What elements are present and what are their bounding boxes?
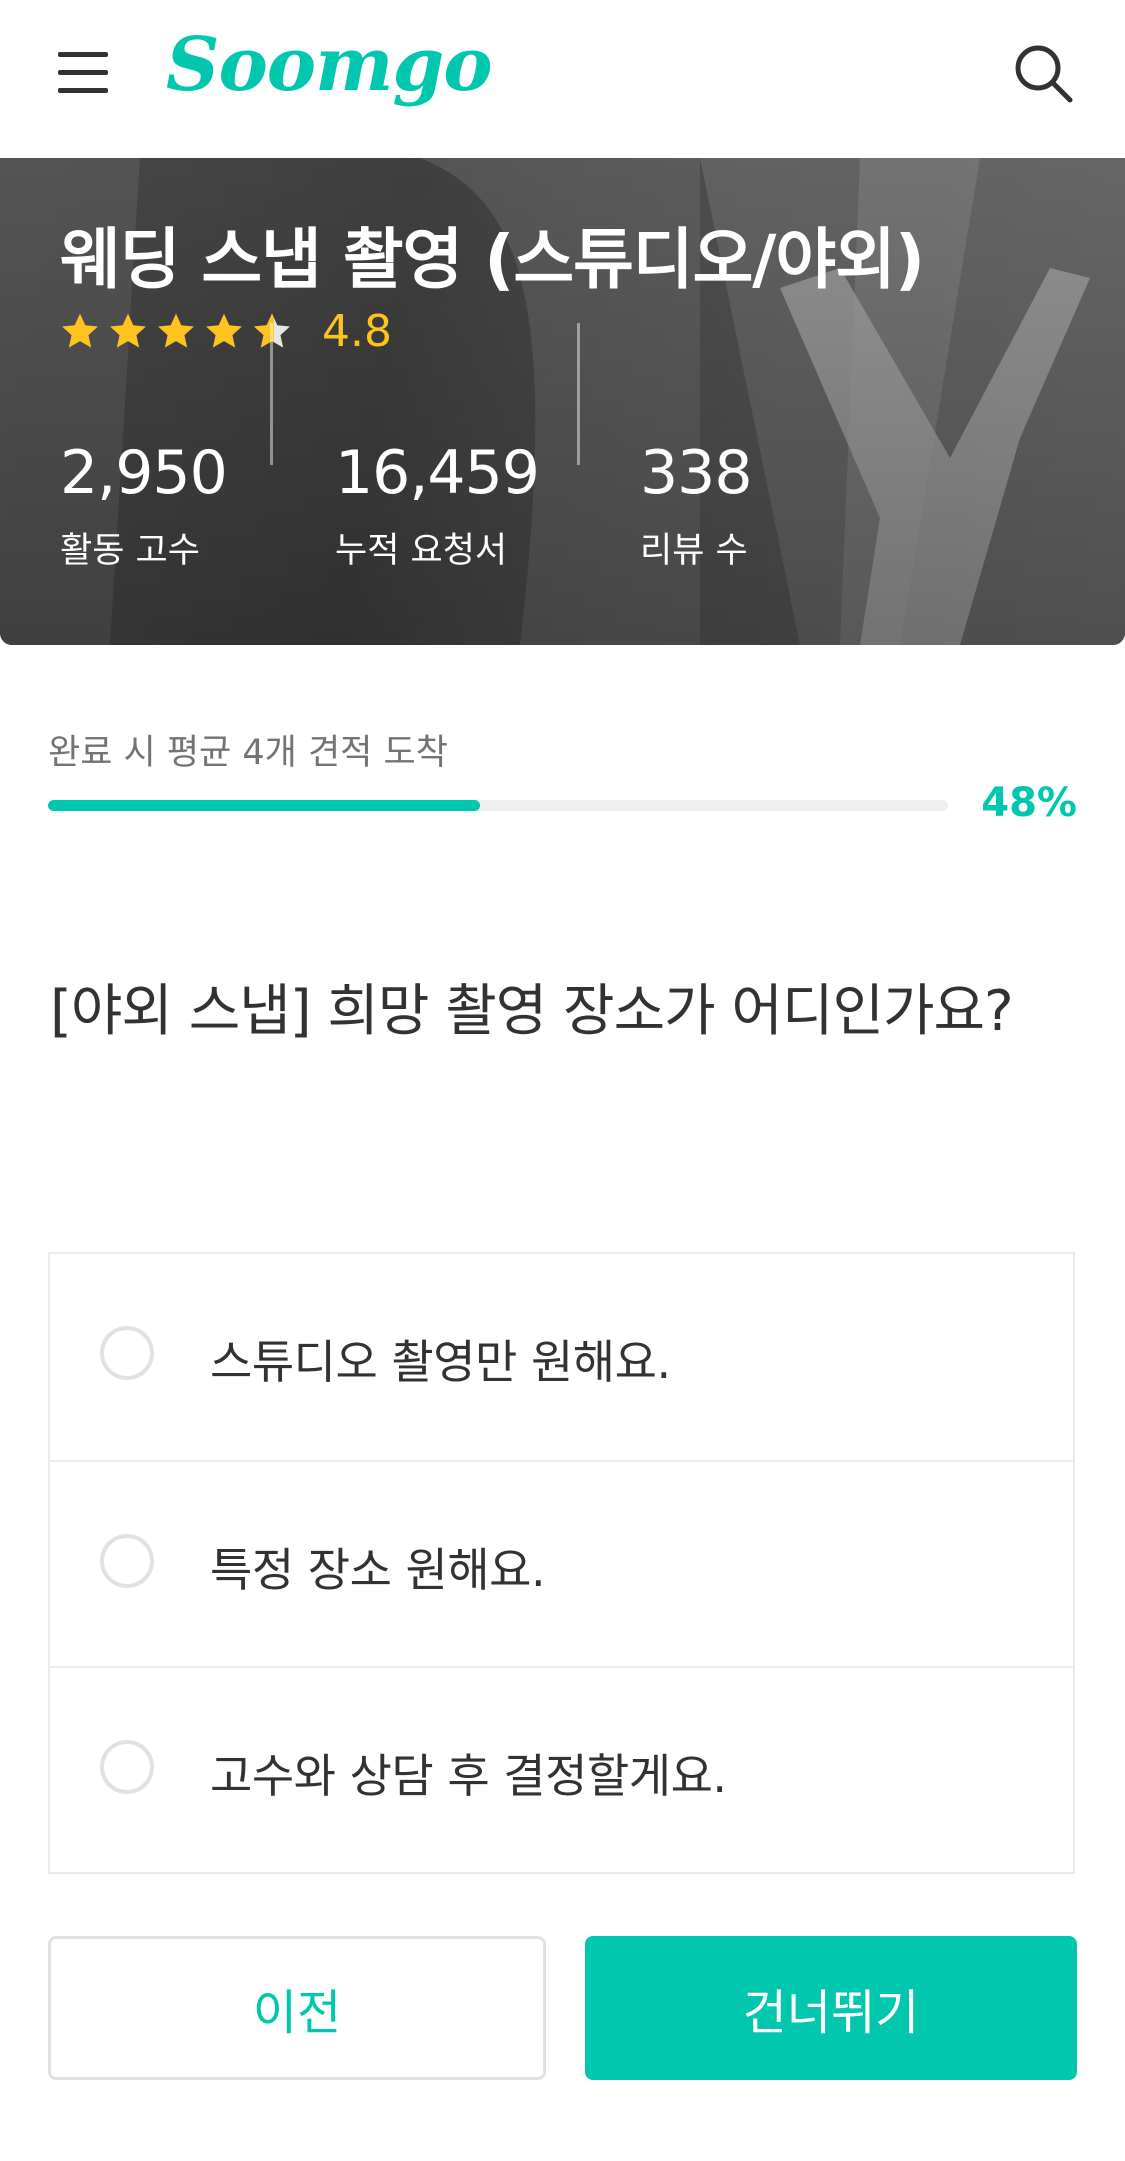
option-studio-only[interactable]: 스튜디오 촬영만 원해요. bbox=[50, 1254, 1073, 1460]
stat-divider bbox=[577, 323, 580, 465]
option-decide-after-consult[interactable]: 고수와 상담 후 결정할게요. bbox=[50, 1666, 1073, 1872]
stat-value: 2,950 bbox=[60, 438, 228, 508]
stat-label: 리뷰 수 bbox=[640, 531, 748, 571]
stat-review-count: 338 리뷰 수 bbox=[640, 438, 753, 573]
radio-button[interactable] bbox=[100, 1326, 154, 1380]
star-rating bbox=[58, 310, 294, 354]
soomgo-logo[interactable]: Soomgo bbox=[166, 22, 493, 108]
stat-value: 338 bbox=[640, 438, 753, 508]
prev-button[interactable]: 이전 bbox=[48, 1936, 546, 2080]
stat-active-pros: 2,950 활동 고수 bbox=[60, 438, 228, 573]
skip-button[interactable]: 건너뛰기 bbox=[585, 1936, 1077, 2080]
service-hero-banner: 웨딩 스냅 촬영 (스튜디오/야외) 4.8 2,950 활동 고수 16,45… bbox=[0, 158, 1125, 645]
top-header: Soomgo bbox=[0, 0, 1125, 158]
star-icon bbox=[206, 313, 242, 348]
rating-value: 4.8 bbox=[322, 306, 392, 357]
progress-caption: 완료 시 평균 4개 견적 도착 bbox=[48, 733, 448, 773]
search-icon[interactable] bbox=[1008, 38, 1080, 110]
star-icon bbox=[158, 313, 194, 348]
star-icon bbox=[110, 313, 146, 348]
option-label: 고수와 상담 후 결정할게요. bbox=[210, 1749, 727, 1803]
stat-divider bbox=[270, 323, 273, 465]
option-specific-location[interactable]: 특정 장소 원해요. bbox=[50, 1460, 1073, 1666]
service-stats: 2,950 활동 고수 16,459 누적 요청서 338 리뷰 수 bbox=[0, 438, 1125, 588]
option-label: 특정 장소 원해요. bbox=[210, 1543, 546, 1597]
star-icon bbox=[62, 313, 98, 348]
answer-options: 스튜디오 촬영만 원해요. 특정 장소 원해요. 고수와 상담 후 결정할게요. bbox=[48, 1252, 1075, 1874]
progress-percent: 48% bbox=[981, 780, 1077, 826]
service-title: 웨딩 스냅 촬영 (스튜디오/야외) bbox=[60, 221, 925, 298]
radio-button[interactable] bbox=[100, 1740, 154, 1794]
stat-value: 16,459 bbox=[335, 438, 540, 508]
rating: 4.8 bbox=[58, 306, 392, 357]
hamburger-menu-icon[interactable] bbox=[52, 42, 116, 106]
stat-label: 누적 요청서 bbox=[335, 531, 508, 571]
radio-button[interactable] bbox=[100, 1534, 154, 1588]
stat-total-requests: 16,459 누적 요청서 bbox=[335, 438, 540, 573]
stat-label: 활동 고수 bbox=[60, 531, 200, 571]
option-label: 스튜디오 촬영만 원해요. bbox=[210, 1335, 671, 1389]
progress-bar bbox=[48, 800, 948, 811]
progress-bar-fill bbox=[48, 800, 480, 811]
question-title: [야외 스냅] 희망 촬영 장소가 어디인가요? bbox=[50, 979, 1014, 1044]
